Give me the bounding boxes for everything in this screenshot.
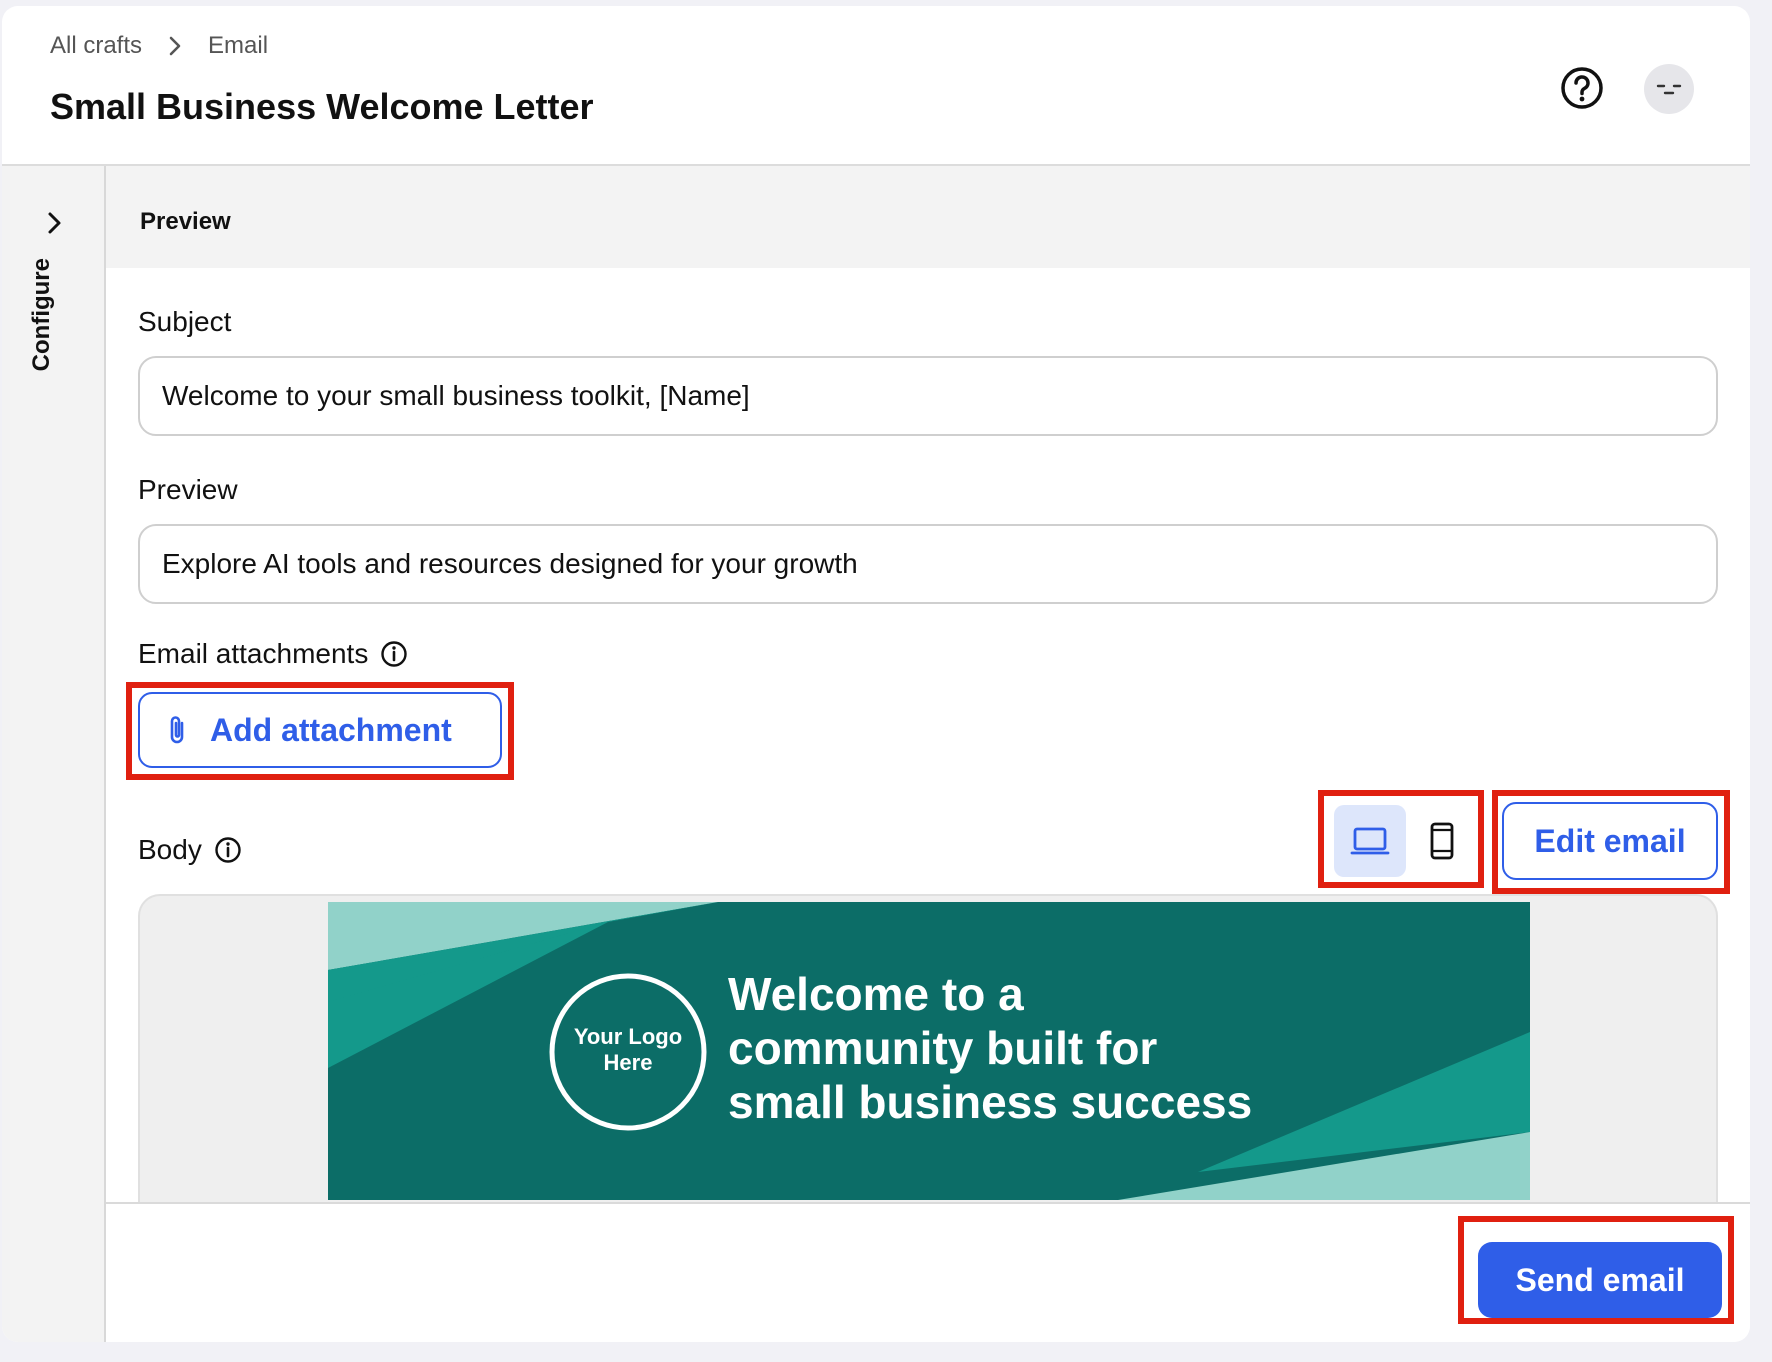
- add-attachment-button[interactable]: Add attachment: [138, 692, 502, 768]
- configure-label[interactable]: Configure: [28, 258, 58, 418]
- subject-label: Subject: [138, 306, 232, 337]
- subject-field[interactable]: Welcome to your small business toolkit, …: [138, 356, 1718, 436]
- attachments-label: Email attachments: [138, 638, 369, 669]
- avatar-icon: [1656, 84, 1682, 95]
- preview-label: Preview: [138, 474, 238, 505]
- banner-headline-line3: small business success: [728, 1076, 1252, 1128]
- phone-icon: [1430, 822, 1454, 860]
- banner-headline-line1: Welcome to a: [728, 968, 1024, 1020]
- info-icon[interactable]: [214, 836, 242, 864]
- email-banner: Your Logo Here Welcome to a community bu…: [328, 902, 1530, 1200]
- breadcrumb-link-all-crafts[interactable]: All crafts: [50, 32, 142, 60]
- device-preview-toggle: [1334, 804, 1480, 878]
- preview-section-title: Preview: [140, 208, 231, 235]
- app-window: All crafts Email Small Business Welcome …: [2, 6, 1750, 1342]
- send-email-button[interactable]: Send email: [1478, 1242, 1722, 1318]
- email-body-preview[interactable]: Your Logo Here Welcome to a community bu…: [138, 894, 1718, 1204]
- paperclip-icon: [170, 716, 184, 744]
- banner-headline-line2: community built for: [728, 1022, 1157, 1074]
- logo-text-line2: Here: [604, 1050, 653, 1075]
- breadcrumb: All crafts Email: [50, 32, 268, 60]
- breadcrumb-current: Email: [208, 32, 269, 59]
- page-header: All crafts Email Small Business Welcome …: [2, 6, 1750, 166]
- mobile-view-button[interactable]: [1406, 805, 1478, 877]
- info-icon[interactable]: [380, 640, 408, 668]
- configure-rail: Configure: [2, 166, 106, 1342]
- help-button[interactable]: [1558, 64, 1606, 112]
- body-heading: Body: [138, 834, 242, 866]
- page-footer: Send email: [106, 1202, 1750, 1342]
- chevron-right-icon: [48, 212, 61, 234]
- preview-field[interactable]: Explore AI tools and resources designed …: [138, 524, 1718, 604]
- chevron-right-icon: [168, 35, 182, 57]
- help-circle-icon: [1561, 67, 1603, 109]
- preview-section-header: Preview: [106, 166, 1750, 268]
- edit-email-button[interactable]: Edit email: [1502, 802, 1718, 880]
- body-label: Body: [138, 834, 202, 865]
- add-attachment-label: Add attachment: [210, 711, 452, 748]
- logo-text-line1: Your Logo: [574, 1024, 682, 1049]
- page-title: Small Business Welcome Letter: [50, 86, 594, 127]
- desktop-view-button[interactable]: [1334, 805, 1406, 877]
- attachments-heading: Email attachments: [138, 638, 408, 670]
- avatar[interactable]: [1644, 64, 1694, 114]
- expand-configure-button[interactable]: [42, 210, 68, 236]
- laptop-icon: [1350, 827, 1390, 855]
